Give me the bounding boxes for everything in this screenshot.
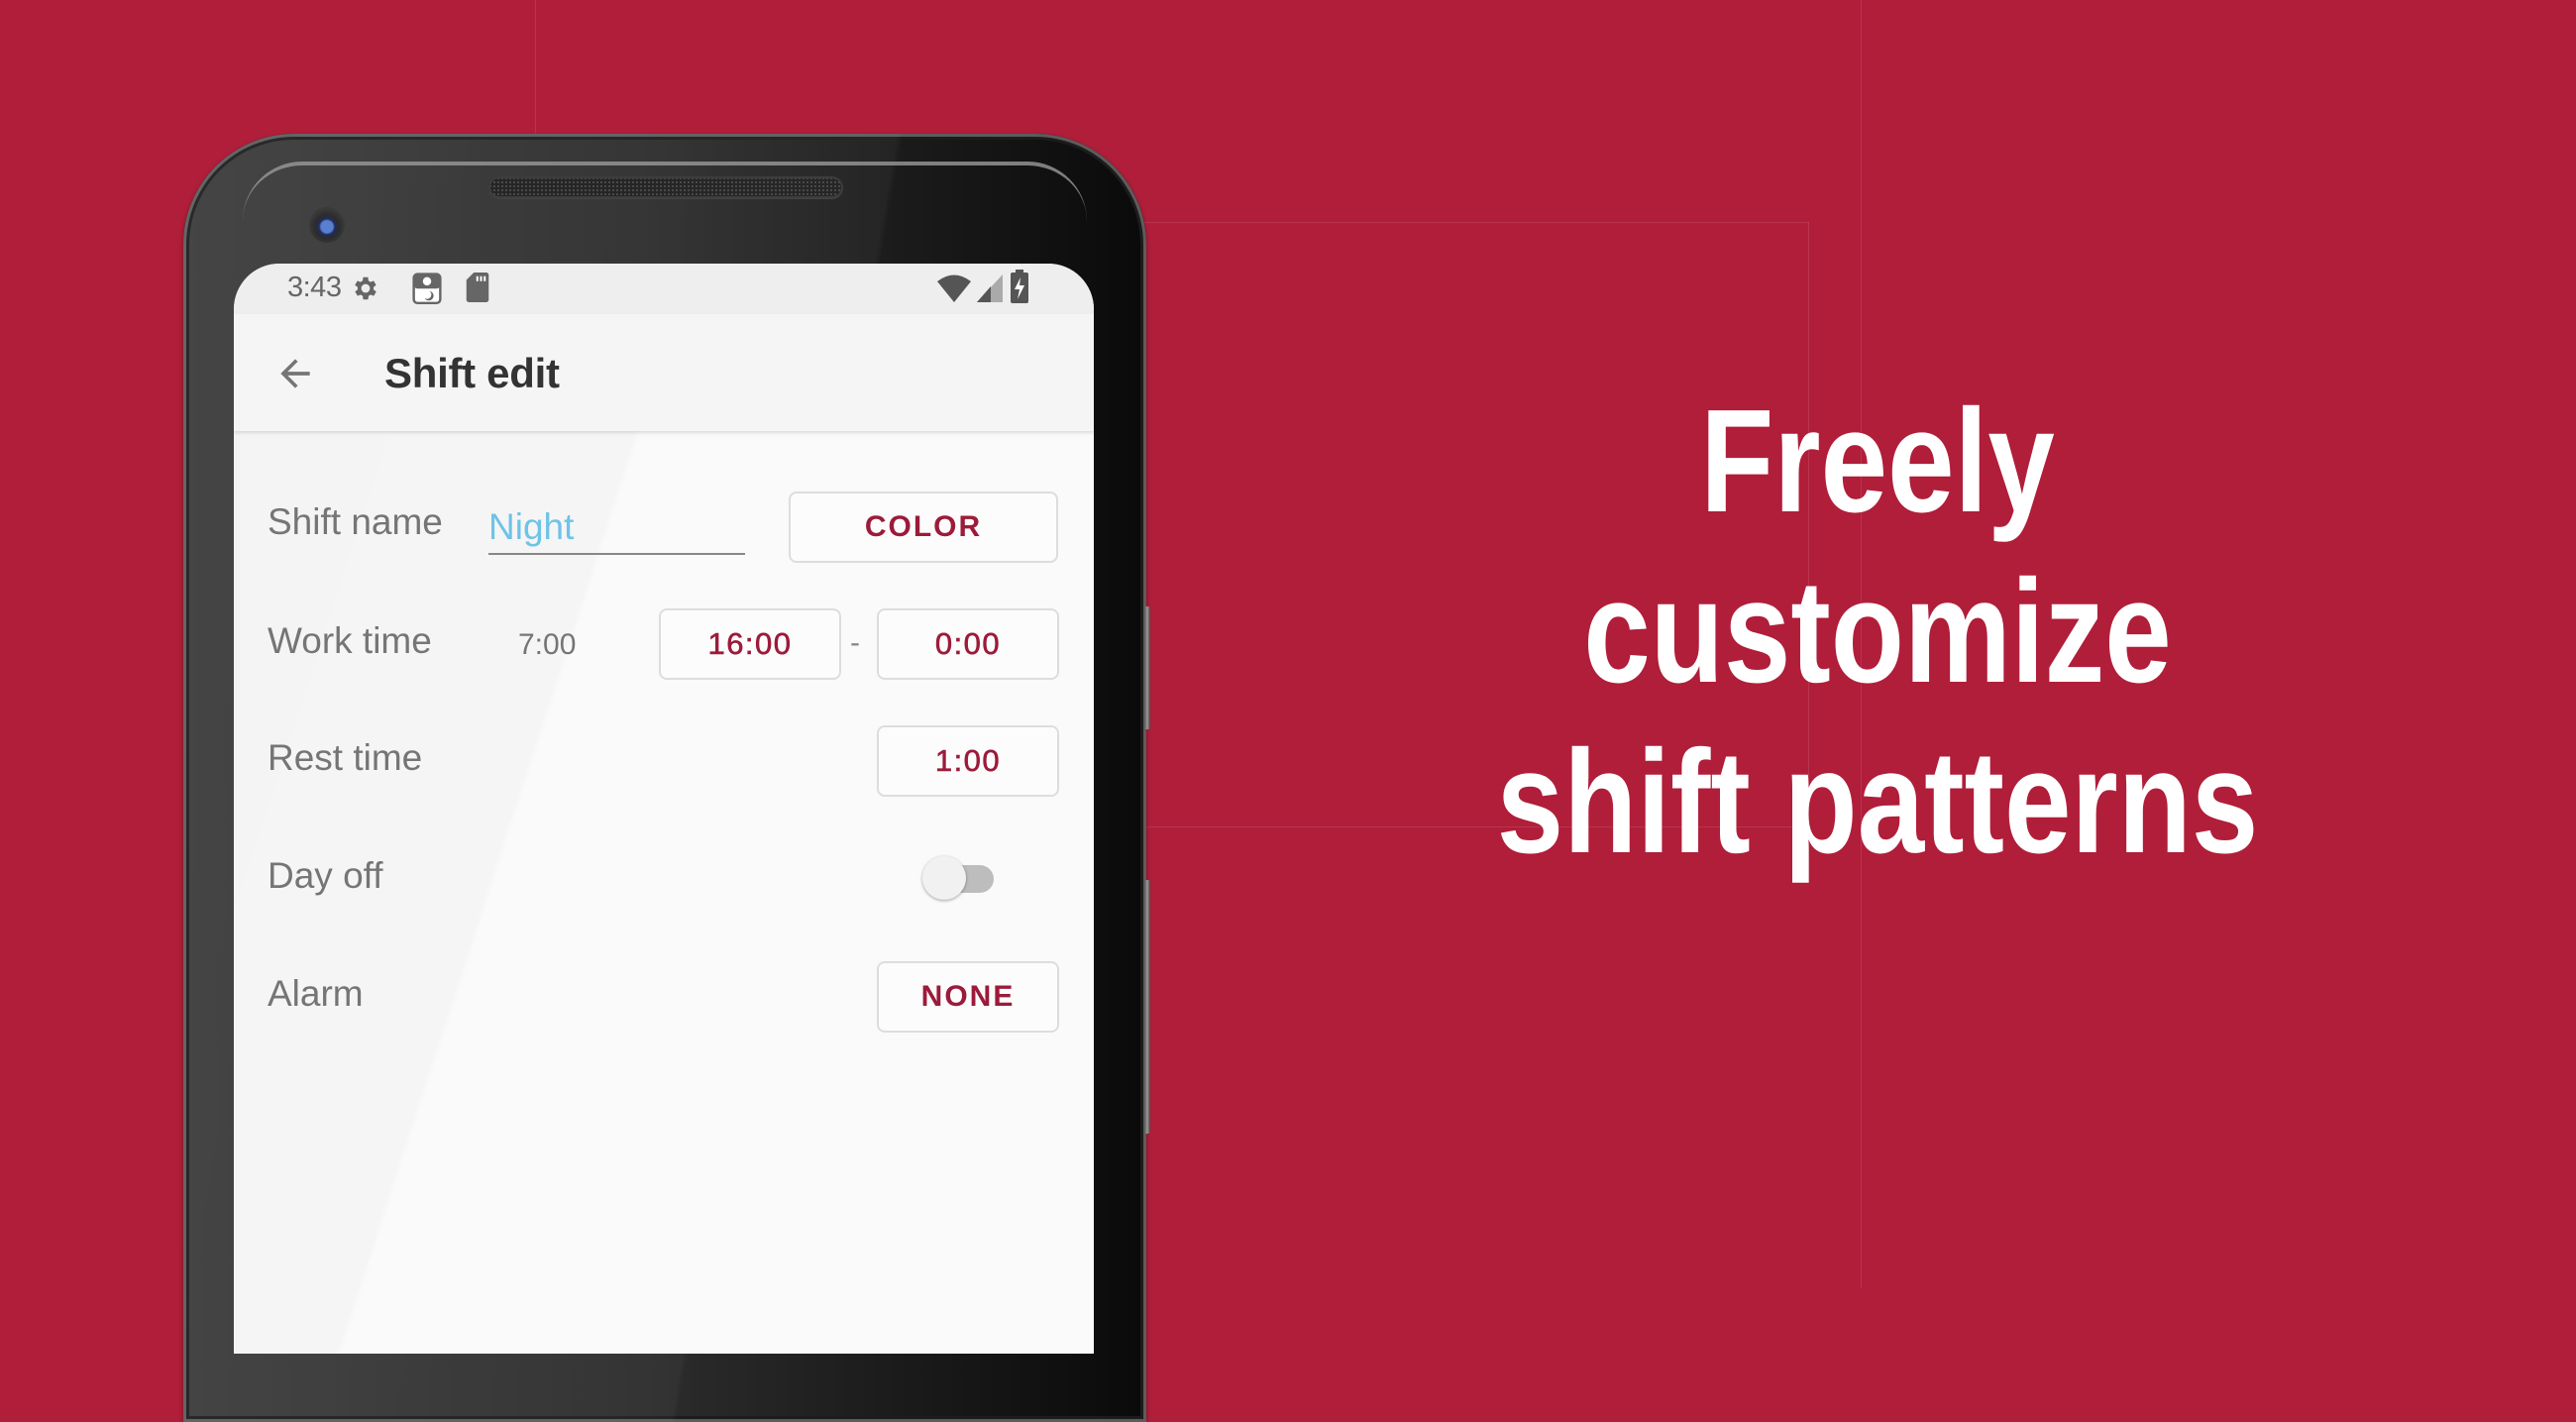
arrow-back-icon[interactable] [273, 352, 317, 395]
end-time-button[interactable]: 0:00 [877, 608, 1059, 680]
alarm-button[interactable]: NONE [877, 961, 1059, 1033]
rest-time-button[interactable]: 1:00 [877, 725, 1059, 797]
sd-card-icon [466, 273, 489, 302]
headline-line-2: customize [1583, 550, 2172, 713]
shift-name-label: Shift name [268, 501, 443, 542]
end-time-value: 0:00 [934, 626, 1002, 662]
color-button[interactable]: COLOR [789, 492, 1058, 563]
time-separator: - [850, 626, 860, 659]
front-camera-icon [309, 207, 345, 243]
color-button-label: COLOR [864, 510, 983, 543]
status-time: 3:43 [287, 272, 342, 303]
page-title: Shift edit [384, 350, 560, 396]
cell-signal-icon [977, 274, 1003, 302]
battery-charging-icon [1011, 270, 1028, 303]
guide-line [1139, 222, 1809, 223]
day-off-toggle[interactable] [922, 856, 996, 902]
headline-line-1: Freely [1700, 380, 2055, 543]
rest-time-value: 1:00 [934, 743, 1002, 779]
day-off-label: Day off [268, 855, 383, 896]
work-duration: 7:00 [518, 628, 577, 661]
alarm-value: NONE [920, 980, 1016, 1013]
toggle-thumb [922, 856, 966, 900]
volume-button [1144, 606, 1150, 729]
status-bar: 3:43 [234, 264, 1094, 314]
shift-name-input[interactable] [488, 501, 745, 555]
headline-line-3: shift patterns [1496, 720, 2259, 884]
speaker-grille [488, 176, 843, 198]
phone-screen: 3:43 Shift edit Shift name Night COLOR W… [234, 264, 1094, 1354]
gear-icon [355, 276, 376, 300]
headline: Freely customize shift patterns [1283, 377, 2472, 888]
start-time-value: 16:00 [707, 626, 793, 662]
wifi-icon [937, 274, 971, 302]
calendar-day-night-icon [412, 273, 442, 304]
start-time-button[interactable]: 16:00 [659, 608, 841, 680]
app-bar: Shift edit [234, 314, 1094, 431]
alarm-label: Alarm [268, 973, 364, 1014]
work-time-label: Work time [268, 620, 432, 661]
power-button [1144, 880, 1150, 1134]
rest-time-label: Rest time [268, 737, 423, 778]
